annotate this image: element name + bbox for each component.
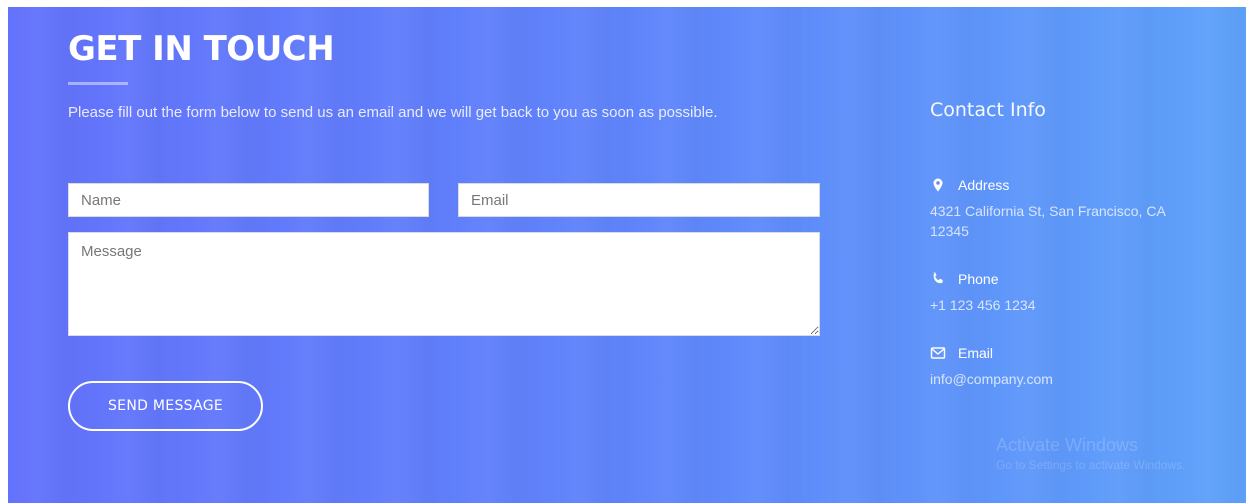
title-underline — [68, 82, 128, 85]
email-input[interactable] — [458, 183, 820, 217]
phone-label: Phone — [958, 271, 999, 287]
address-title: Address — [930, 177, 1230, 193]
email-value: info@company.com — [930, 371, 1053, 387]
section-title: GET IN TOUCH — [68, 29, 335, 69]
watermark-subtitle: Go to Settings to activate Windows. — [996, 458, 1186, 472]
message-textarea[interactable] — [68, 232, 820, 336]
envelope-icon — [930, 345, 946, 361]
send-message-button[interactable]: SEND MESSAGE — [68, 381, 263, 431]
address-block: Address 4321 California St, San Francisc… — [930, 177, 1230, 241]
email-title: Email — [930, 345, 1230, 361]
phone-title: Phone — [930, 271, 1230, 287]
address-value: 4321 California St, San Francisco, CA 12… — [930, 203, 1166, 239]
contact-heading: Contact Info — [930, 99, 1046, 121]
phone-block: Phone +1 123 456 1234 — [930, 271, 1230, 315]
watermark-title: Activate Windows — [996, 435, 1139, 455]
email-label: Email — [958, 345, 994, 361]
name-input[interactable] — [68, 183, 429, 217]
email-block: Email info@company.com — [930, 345, 1230, 389]
intro-text: Please fill out the form below to send u… — [68, 104, 718, 121]
address-label: Address — [958, 177, 1010, 193]
phone-icon — [930, 271, 946, 287]
activate-windows-watermark: Activate Windows Go to Settings to activ… — [996, 435, 1185, 472]
contact-info: Contact Info Address 4321 California St,… — [930, 99, 1230, 387]
map-marker-icon — [930, 177, 946, 193]
phone-value: +1 123 456 1234 — [930, 297, 1036, 313]
contact-section: GET IN TOUCH Please fill out the form be… — [8, 7, 1246, 503]
